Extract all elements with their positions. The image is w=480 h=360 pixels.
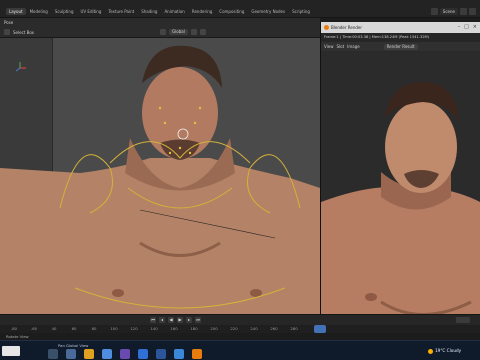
taskbar: Pan Global View 19°C Cloudy: [0, 340, 480, 360]
timeline-tick: 260: [270, 326, 278, 331]
blender-logo-icon: [324, 25, 329, 30]
explorer-icon[interactable]: [66, 349, 76, 359]
playhead-marker[interactable]: [314, 325, 326, 333]
render-result-dropdown[interactable]: Render Result: [383, 43, 418, 50]
viewport-scene: [0, 45, 320, 314]
mustache-shape: [160, 139, 200, 160]
workspace-tabs: Layout Modeling Sculpting UV Editing Texture…: [6, 8, 313, 15]
viewport-header: Pose Select Box Global: [0, 18, 320, 38]
tab-texture-paint[interactable]: Texture Paint: [105, 8, 137, 15]
timeline-tick: 200: [210, 326, 218, 331]
mode-label[interactable]: Pose: [4, 20, 13, 25]
word-icon[interactable]: [156, 349, 166, 359]
timeline: ⏮ ◂ ◀ ▶ ▸ ⏭ -80 -60 40 60 80 100 120 140 160 180 2…: [0, 314, 480, 341]
left-nipple: [112, 289, 124, 297]
timeline-tick: 160: [170, 326, 178, 331]
tab-uv-editing[interactable]: UV Editing: [78, 8, 105, 15]
taskbar-apps: [48, 349, 202, 359]
axis-gizmo: [15, 62, 26, 72]
timeline-ruler[interactable]: -80 -60 40 60 80 100 120 140 160 180 200 220 240 260 2…: [0, 325, 480, 333]
weather-text: 19°C Cloudy: [435, 348, 462, 353]
orientation-dropdown[interactable]: Global: [169, 29, 188, 35]
proportional-icon[interactable]: [199, 29, 206, 35]
timeline-tick: 140: [150, 326, 158, 331]
search-icon[interactable]: [48, 349, 58, 359]
photos-icon[interactable]: [174, 349, 184, 359]
app-icon[interactable]: [120, 349, 130, 359]
play-icon[interactable]: ▶: [177, 317, 183, 323]
timeline-tick: 180: [190, 326, 198, 331]
taskbar-status-text: Pan Global View: [58, 343, 89, 348]
timeline-tick: 80: [91, 326, 97, 331]
render-window[interactable]: Blender Render – □ × Frame:1 | Time:00:0…: [320, 22, 480, 320]
tab-layout[interactable]: Layout: [6, 8, 26, 15]
timeline-tick: 60: [71, 326, 77, 331]
timeline-tick: 220: [230, 326, 238, 331]
start-badge[interactable]: [2, 346, 20, 356]
folder-icon[interactable]: [84, 349, 94, 359]
3d-viewport[interactable]: [0, 38, 320, 314]
render-image: [321, 52, 480, 320]
tab-rendering[interactable]: Rendering: [189, 8, 215, 15]
snap-icon[interactable]: [190, 29, 197, 35]
top-bar: Layout Modeling Sculpting UV Editing Texture…: [0, 0, 480, 18]
render-window-titlebar: Blender Render – □ ×: [321, 22, 480, 33]
settings-icon[interactable]: [469, 8, 476, 15]
render-window-title: Blender Render: [331, 25, 363, 30]
menu-slot[interactable]: Slot: [337, 44, 345, 49]
view-layer-icon[interactable]: [460, 8, 467, 15]
top-right-controls: Scene: [430, 8, 476, 15]
render-toolbar: View Slot Image Render Result: [321, 42, 480, 51]
timeline-tick: 280: [290, 326, 298, 331]
jump-end-icon[interactable]: ⏭: [195, 317, 201, 323]
timeline-tick: -60: [30, 326, 38, 331]
start-area: [2, 345, 20, 357]
scene-field[interactable]: Scene: [439, 8, 458, 15]
right-nipple: [250, 289, 262, 297]
select-box-label[interactable]: Select Box: [13, 30, 34, 35]
scene-icon[interactable]: [430, 8, 438, 15]
tab-modeling[interactable]: Modeling: [27, 8, 51, 15]
minimize-icon[interactable]: –: [458, 22, 461, 33]
tab-geometry-nodes[interactable]: Geometry Nodes: [248, 8, 288, 15]
weather-widget[interactable]: 19°C Cloudy: [428, 348, 461, 354]
window-controls: – □ ×: [458, 22, 477, 33]
prev-keyframe-icon[interactable]: ◂: [159, 317, 165, 323]
jump-start-icon[interactable]: ⏮: [150, 317, 156, 323]
current-frame-field[interactable]: [456, 317, 470, 323]
tab-compositing[interactable]: Compositing: [216, 8, 247, 15]
render-portrait: [321, 52, 480, 320]
next-keyframe-icon[interactable]: ▸: [186, 317, 192, 323]
timeline-tick: -80: [10, 326, 18, 331]
menu-image[interactable]: Image: [347, 44, 360, 49]
render-info: Frame:1 | Time:00:03.38 | Mem:138.24M (P…: [321, 33, 480, 42]
close-icon[interactable]: ×: [473, 22, 477, 33]
play-reverse-icon[interactable]: ◀: [168, 317, 174, 323]
store-icon[interactable]: [138, 349, 148, 359]
status-rotate: Rotate View: [6, 334, 29, 339]
sun-icon: [428, 348, 433, 354]
playback-controls: ⏮ ◂ ◀ ▶ ▸ ⏭: [150, 317, 201, 323]
tab-sculpting[interactable]: Sculpting: [52, 8, 77, 15]
edge-icon[interactable]: [102, 349, 112, 359]
tab-shading[interactable]: Shading: [138, 8, 160, 15]
timeline-tick: 40: [51, 326, 57, 331]
blender-taskbar-icon[interactable]: [192, 349, 202, 359]
timeline-tick: 120: [130, 326, 138, 331]
timeline-tick: 240: [250, 326, 258, 331]
tab-animation[interactable]: Animation: [161, 8, 187, 15]
timeline-tick: 100: [110, 326, 118, 331]
select-mode-icon[interactable]: [4, 29, 10, 35]
tab-scripting[interactable]: Scripting: [289, 8, 313, 15]
maximize-icon[interactable]: □: [464, 22, 469, 33]
transform-icon[interactable]: [160, 29, 167, 35]
menu-view[interactable]: View: [324, 44, 334, 49]
